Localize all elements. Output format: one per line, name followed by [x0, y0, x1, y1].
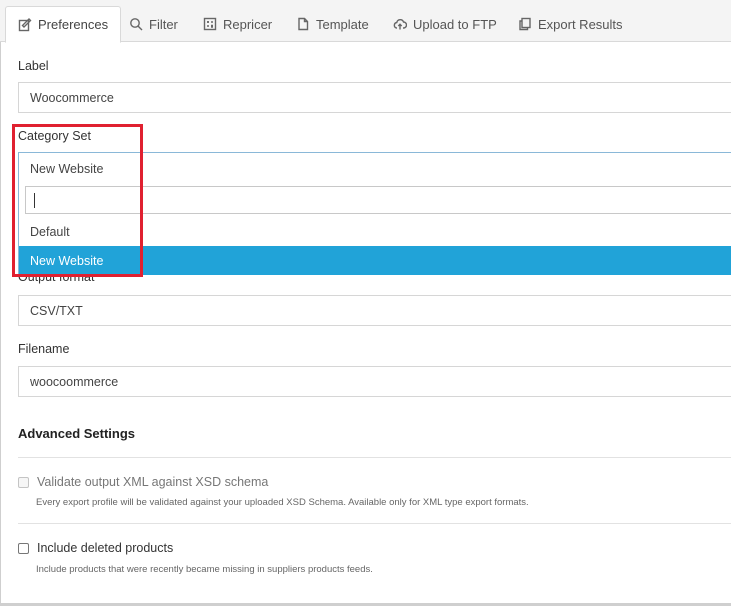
include-deleted-checkbox[interactable] — [18, 542, 29, 554]
tab-export-results[interactable]: Export Results — [506, 6, 635, 42]
validate-xml-help: Every export profile will be validated a… — [36, 497, 529, 508]
label-field-label: Label — [18, 59, 49, 73]
cloud-upload-icon — [393, 19, 407, 30]
tab-preferences[interactable]: Preferences — [5, 6, 122, 43]
validate-xml-checkbox[interactable] — [18, 476, 29, 488]
filename-input[interactable]: woocoommerce — [18, 366, 731, 397]
document-icon — [298, 17, 309, 31]
validate-xml-label: Validate output XML against XSD schema — [37, 475, 269, 489]
advanced-settings-title: Advanced Settings — [18, 426, 136, 441]
validate-xml-row[interactable]: Validate output XML against XSD schema — [18, 475, 268, 489]
tab-label: Template — [316, 16, 369, 32]
tab-repricer[interactable]: Repricer — [191, 6, 284, 42]
tab-label: Preferences — [38, 17, 109, 32]
tab-bar: Preferences Filter Repricer Template Upl… — [0, 0, 731, 43]
tab-filter[interactable]: Filter — [117, 6, 190, 42]
output-format-select[interactable]: CSV/TXT — [18, 295, 731, 326]
tab-label: Export Results — [538, 16, 623, 32]
include-deleted-help: Include products that were recently beca… — [36, 564, 373, 575]
tab-template[interactable]: Template — [284, 6, 381, 42]
label-input[interactable]: Woocommerce — [18, 82, 731, 113]
divider — [18, 523, 731, 524]
include-deleted-label: Include deleted products — [37, 541, 174, 555]
divider — [18, 457, 731, 458]
tab-label: Filter — [149, 16, 178, 32]
annotation-highlight-box — [12, 124, 143, 277]
tab-upload-to-ftp[interactable]: Upload to FTP — [381, 6, 509, 42]
edit-icon — [18, 17, 32, 31]
search-icon — [130, 18, 143, 31]
filename-label: Filename — [18, 342, 70, 356]
copy-icon — [519, 17, 531, 31]
include-deleted-row[interactable]: Include deleted products — [18, 541, 173, 555]
tab-label: Upload to FTP — [413, 16, 497, 32]
tab-label: Repricer — [223, 16, 273, 32]
calculator-icon — [203, 17, 217, 31]
